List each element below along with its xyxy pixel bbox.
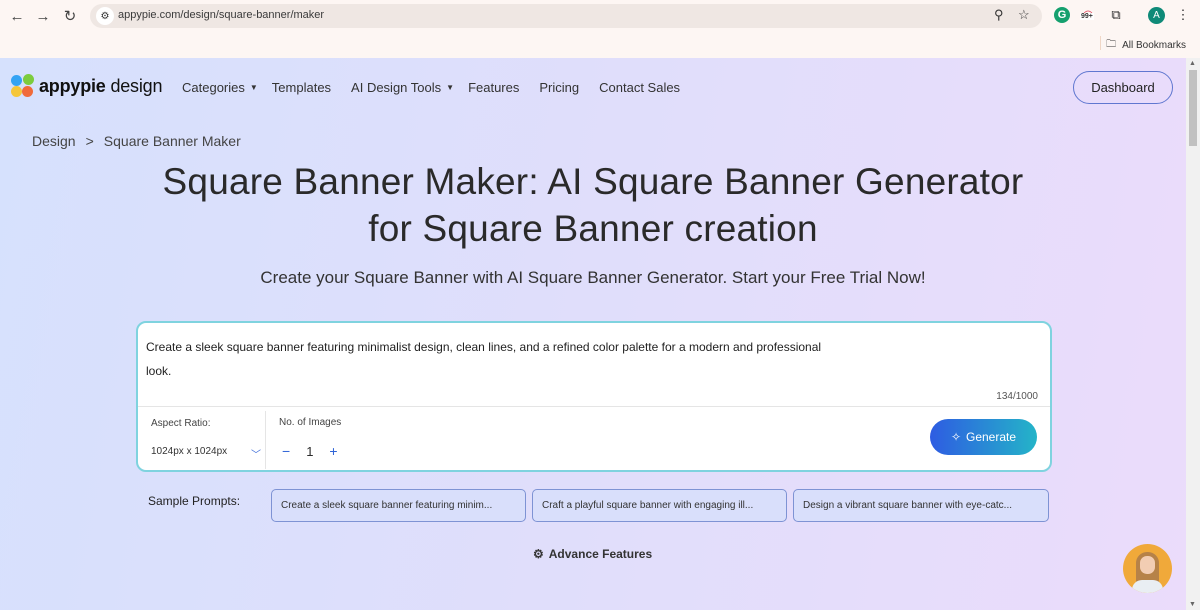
generate-button[interactable]: ✧ Generate: [930, 419, 1037, 455]
caret-down-icon: ▼: [446, 83, 455, 92]
aspect-ratio-select[interactable]: 1024px x 1024px ﹀: [151, 446, 261, 461]
reload-button[interactable]: ↻: [59, 5, 81, 27]
logo-brand: appypie: [39, 75, 106, 96]
aspect-ratio-value: 1024px x 1024px: [151, 446, 228, 457]
folder-icon: 🗀: [1106, 39, 1117, 50]
nav-contact-sales[interactable]: Contact Sales: [599, 80, 680, 95]
dashboard-button[interactable]: Dashboard: [1073, 71, 1173, 104]
prompt-line2: look.: [146, 364, 172, 378]
aspect-ratio-label: Aspect Ratio:: [151, 418, 211, 429]
generate-label: Generate: [966, 430, 1017, 444]
nav-ai-design-tools[interactable]: AI Design Tools ▼: [351, 80, 454, 95]
nav-features[interactable]: Features: [468, 80, 519, 95]
logo-suffix: design: [110, 75, 163, 96]
sample-prompts-label: Sample Prompts:: [148, 494, 241, 508]
vertical-divider: [265, 411, 266, 469]
scroll-up-icon[interactable]: ▲: [1189, 60, 1196, 67]
sample-prompt-chip[interactable]: Craft a playful square banner with engag…: [532, 489, 787, 522]
appypie-logo[interactable]: appypie design: [11, 74, 162, 98]
nav-pricing[interactable]: Pricing: [539, 80, 579, 95]
browser-chrome: ← → ↻ ⚙ appypie.com/design/square-banner…: [0, 0, 1200, 58]
breadcrumb-design-link[interactable]: Design: [32, 133, 76, 149]
main-nav: Categories ▼ Templates AI Design Tools ▼ F…: [182, 80, 700, 95]
num-images-label: No. of Images: [279, 417, 342, 428]
advance-features-label: Advance Features: [548, 547, 653, 561]
profile-avatar[interactable]: A: [1148, 7, 1165, 24]
increment-button[interactable]: +: [329, 443, 337, 459]
page-subtitle: Create your Square Banner with AI Square…: [260, 268, 926, 287]
breadcrumb-current: Square Banner Maker: [103, 133, 241, 149]
page: appypie design Categories ▼ Templates AI …: [0, 58, 1186, 610]
logo-text: appypie design: [39, 76, 162, 97]
extensions-puzzle-icon[interactable]: ⧉: [1106, 5, 1126, 25]
arrow-left-icon: ←: [9, 7, 25, 25]
zoom-icon[interactable]: ⚲: [994, 7, 1004, 23]
nav-ai-design-tools-label: AI Design Tools: [351, 80, 442, 95]
sample-prompt-chip[interactable]: Design a vibrant square banner with eye-…: [793, 489, 1049, 522]
scroll-down-icon[interactable]: ▼: [1189, 601, 1196, 608]
decrement-button[interactable]: −: [282, 443, 290, 459]
page-title-line1: Square Banner Maker: AI Square Banner Ge…: [162, 161, 1024, 202]
nav-categories[interactable]: Categories ▼: [182, 80, 258, 95]
page-title-line2: for Square Banner creation: [368, 208, 818, 249]
back-button[interactable]: ←: [6, 5, 28, 27]
page-title: Square Banner Maker: AI Square Banner Ge…: [0, 158, 1186, 252]
arrow-right-icon: →: [35, 7, 51, 25]
num-images-stepper: − 1 +: [282, 443, 338, 459]
page-scrollbar[interactable]: ▲ ▼: [1186, 58, 1200, 610]
avatar-body: [1132, 580, 1163, 593]
site-info-icon[interactable]: ⚙: [96, 7, 114, 25]
notification-badge: 99+: [1080, 13, 1094, 20]
nav-templates-label: Templates: [271, 80, 332, 95]
grammarly-extension-icon[interactable]: G: [1054, 7, 1070, 23]
prompt-line1: Create a sleek square banner featuring m…: [146, 340, 822, 354]
nav-categories-label: Categories: [182, 80, 245, 95]
avatar-face: [1140, 556, 1155, 574]
all-bookmarks-label: All Bookmarks: [1122, 40, 1186, 51]
scroll-thumb[interactable]: [1189, 70, 1197, 146]
chevron-down-icon: ﹀: [251, 450, 261, 461]
breadcrumb: Design > Square Banner Maker: [32, 133, 241, 149]
generator-card: Create a sleek square banner featuring m…: [136, 321, 1052, 472]
gear-icon: ⚙: [533, 547, 544, 561]
char-counter: 134/1000: [996, 391, 1038, 402]
nav-features-label: Features: [468, 80, 520, 95]
breadcrumb-separator-icon: >: [85, 133, 94, 149]
num-images-value: 1: [306, 443, 314, 459]
sparkle-icon: ✧: [950, 430, 961, 444]
bookmark-star-icon[interactable]: ☆: [1018, 7, 1030, 23]
chat-assistant-avatar[interactable]: [1123, 544, 1172, 593]
caret-down-icon: ▼: [249, 83, 258, 92]
nav-templates[interactable]: Templates: [272, 80, 331, 95]
url-text[interactable]: appypie.com/design/square-banner/maker: [118, 9, 324, 21]
all-bookmarks[interactable]: 🗀 All Bookmarks: [1106, 37, 1186, 54]
logo-mark-icon: [11, 74, 35, 98]
prompt-textarea[interactable]: Create a sleek square banner featuring m…: [146, 335, 906, 383]
advance-features-toggle[interactable]: ⚙ Advance Features: [533, 547, 652, 561]
browser-menu-icon[interactable]: ⋮: [1173, 5, 1193, 25]
reload-icon: ↻: [63, 8, 77, 25]
address-bar[interactable]: ⚙ appypie.com/design/square-banner/maker…: [90, 4, 1042, 28]
card-divider: [138, 406, 1050, 407]
bookmarks-separator: [1100, 36, 1101, 50]
sample-prompt-chip[interactable]: Create a sleek square banner featuring m…: [271, 489, 526, 522]
nav-contact-sales-label: Contact Sales: [599, 80, 681, 95]
nav-pricing-label: Pricing: [539, 80, 580, 95]
forward-button[interactable]: →: [32, 5, 54, 27]
